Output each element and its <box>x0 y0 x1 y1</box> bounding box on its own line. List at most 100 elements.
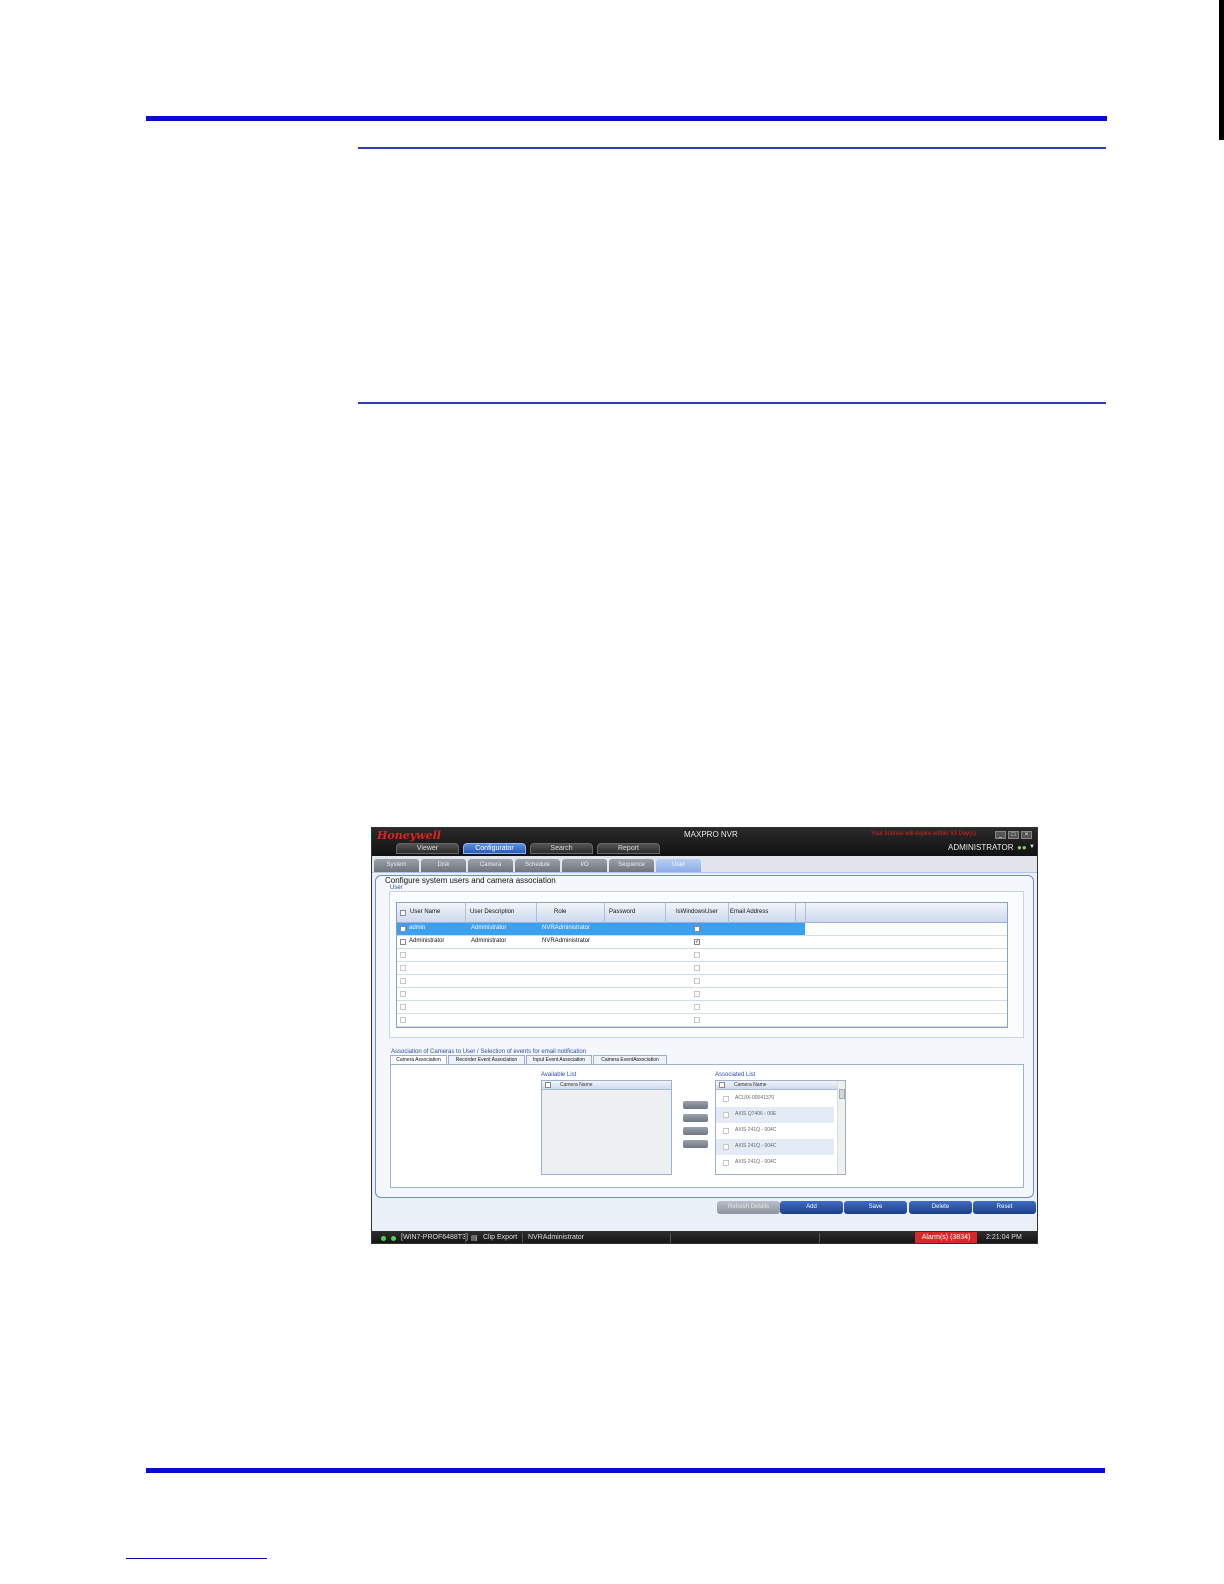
associated-list-header: Camera Name <box>716 1081 845 1090</box>
table-row[interactable]: admin Administrator NVRAdministrator <box>397 923 1007 936</box>
cell-role: NVRAdministrator <box>542 925 591 931</box>
subtab-schedule[interactable]: Schedule <box>515 859 560 872</box>
row-checkbox[interactable] <box>400 952 406 958</box>
camera-name: AXIS 241Q - 004C <box>735 1127 777 1133</box>
list-item[interactable]: ACUIX-00041370 <box>716 1091 834 1107</box>
reset-button[interactable]: Reset <box>973 1201 1036 1214</box>
associated-camera-list[interactable]: Camera Name ACUIX-00041370 AXIS Q7406 - … <box>715 1080 846 1175</box>
windows-user-checkbox[interactable] <box>694 991 700 997</box>
host-name: [WIN7-PROF6488T3] <box>401 1234 468 1241</box>
maxpro-nvr-window: Honeywell MAXPRO NVR Your license will e… <box>371 827 1038 1244</box>
note-top-rule <box>358 147 1106 149</box>
row-checkbox[interactable] <box>400 965 406 971</box>
camera-name: AXIS 241Q - 004C <box>735 1159 777 1165</box>
row-checkbox[interactable] <box>400 939 406 945</box>
available-camera-list[interactable]: Camera Name <box>541 1080 672 1175</box>
current-user[interactable]: ADMINISTRATOR <box>948 843 1013 852</box>
status-time: 2:21:04 PM <box>986 1234 1022 1241</box>
subtab-disk[interactable]: Disk <box>421 859 466 872</box>
maximize-button[interactable]: □ <box>1008 831 1019 839</box>
table-row[interactable] <box>397 962 1007 975</box>
note-bottom-rule <box>358 402 1106 404</box>
subtab-system[interactable]: System <box>374 859 419 872</box>
available-select-all-checkbox[interactable] <box>545 1082 551 1088</box>
table-row[interactable] <box>397 988 1007 1001</box>
subtab-user[interactable]: User <box>656 859 701 872</box>
table-row[interactable] <box>397 1001 1007 1014</box>
associated-list-label: Associated List <box>715 1072 756 1078</box>
associated-list-scrollbar[interactable] <box>837 1081 845 1174</box>
available-list-header-label: Camera Name <box>560 1082 593 1088</box>
save-button[interactable]: Save <box>844 1201 907 1214</box>
close-button[interactable]: × <box>1021 831 1032 839</box>
tab-search[interactable]: Search <box>530 843 593 854</box>
windows-user-checkbox[interactable] <box>694 952 700 958</box>
subtab-sequence[interactable]: Sequence <box>609 859 654 872</box>
list-item[interactable]: AXIS 241Q - 004C <box>716 1155 834 1171</box>
row-checkbox[interactable] <box>400 926 406 932</box>
move-all-left-button[interactable] <box>683 1140 708 1148</box>
camera-name: AXIS 241Q - 004C <box>735 1143 777 1149</box>
status-bar: [WIN7-PROF6488T3] ▤ Clip Export NVRAdmin… <box>372 1231 1037 1243</box>
col-user-description[interactable]: User Description <box>470 909 514 915</box>
move-left-button[interactable] <box>683 1127 708 1135</box>
table-row[interactable] <box>397 1014 1007 1027</box>
tab-report[interactable]: Report <box>597 843 660 854</box>
col-password[interactable]: Password <box>609 909 635 915</box>
col-role[interactable]: Role <box>554 909 566 915</box>
refresh-details-button[interactable]: Refresh Details <box>717 1201 780 1214</box>
windows-user-checkbox[interactable] <box>694 926 700 932</box>
chevron-down-icon[interactable]: ▼ <box>1029 844 1035 850</box>
col-email-address[interactable]: Email Address <box>730 909 768 915</box>
select-all-checkbox[interactable] <box>400 910 406 916</box>
windows-user-checkbox[interactable] <box>694 965 700 971</box>
col-user-name[interactable]: User Name <box>410 909 440 915</box>
list-item[interactable]: AXIS Q7406 - 00E <box>716 1107 834 1123</box>
list-item[interactable]: AXIS 241Q - 004C <box>716 1139 834 1155</box>
available-list-header: Camera Name <box>542 1081 671 1090</box>
subtab-camera[interactable]: Camera <box>468 859 513 872</box>
item-checkbox[interactable] <box>723 1112 729 1118</box>
windows-user-checkbox[interactable] <box>694 978 700 984</box>
subtab-io[interactable]: I/O <box>562 859 607 872</box>
row-checkbox[interactable] <box>400 991 406 997</box>
clip-export-icon[interactable]: ▤ <box>471 1234 478 1242</box>
delete-button[interactable]: Delete <box>909 1201 972 1214</box>
row-checkbox[interactable] <box>400 1004 406 1010</box>
table-row[interactable] <box>397 975 1007 988</box>
windows-user-checkbox[interactable] <box>694 1004 700 1010</box>
item-checkbox[interactable] <box>723 1160 729 1166</box>
item-checkbox[interactable] <box>723 1144 729 1150</box>
camera-name: ACUIX-00041370 <box>735 1095 775 1101</box>
clip-export-link[interactable]: Clip Export <box>483 1234 517 1241</box>
scrollbar-thumb[interactable] <box>839 1089 845 1099</box>
list-item[interactable]: AXIS 241Q - 004C <box>716 1123 834 1139</box>
move-right-button[interactable] <box>683 1101 708 1109</box>
title-bar: Honeywell MAXPRO NVR Your license will e… <box>372 828 1037 856</box>
add-button[interactable]: Add <box>780 1201 843 1214</box>
minimize-button[interactable]: _ <box>995 831 1006 839</box>
windows-user-checkbox[interactable] <box>694 1017 700 1023</box>
tab-configurator[interactable]: Configurator <box>463 843 526 854</box>
row-checkbox[interactable] <box>400 978 406 984</box>
windows-user-checkbox[interactable]: ✓ <box>694 939 700 945</box>
table-row[interactable]: Administrator Administrator NVRAdministr… <box>397 936 1007 949</box>
configurator-subtabs: System Disk Camera Schedule I/O Sequence… <box>372 856 1037 873</box>
available-list-label: Available List <box>541 1072 577 1078</box>
camera-name: AXIS Q7406 - 00E <box>735 1111 777 1117</box>
col-is-windows-user[interactable]: IsWindowsUser <box>676 909 718 915</box>
status-ok-icon <box>381 1236 386 1241</box>
alarm-badge[interactable]: Alarm(s) (3834) <box>915 1232 977 1243</box>
associated-list-header-label: Camera Name <box>734 1082 767 1088</box>
item-checkbox[interactable] <box>723 1096 729 1102</box>
cell-user-description: Administrator <box>471 938 507 944</box>
tab-viewer[interactable]: Viewer <box>396 843 459 854</box>
user-grid-header: User Name User Description Role Password… <box>397 903 1007 923</box>
row-checkbox[interactable] <box>400 1017 406 1023</box>
table-row[interactable] <box>397 949 1007 962</box>
users-icon: ●● <box>1017 843 1027 852</box>
associated-select-all-checkbox[interactable] <box>719 1082 725 1088</box>
move-all-right-button[interactable] <box>683 1114 708 1122</box>
camera-association-panel: Available List Camera Name Associated Li… <box>390 1064 1024 1188</box>
item-checkbox[interactable] <box>723 1128 729 1134</box>
